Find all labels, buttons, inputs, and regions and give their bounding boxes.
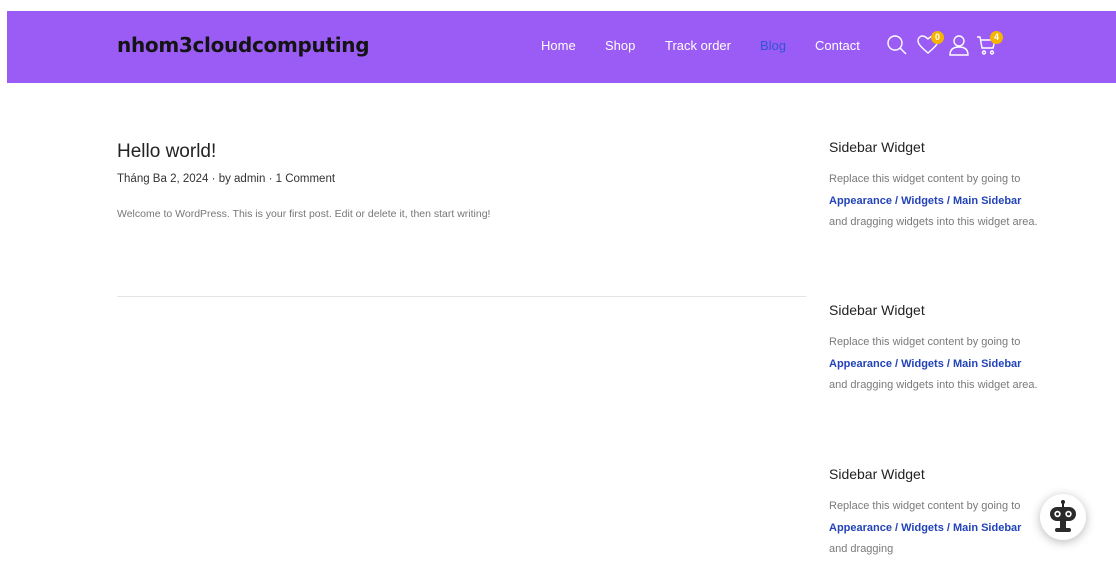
sidebar-widget: Sidebar Widget Replace this widget conte… <box>829 466 1039 561</box>
widget-settings-link[interactable]: Appearance / Widgets / Main Sidebar <box>829 358 1021 370</box>
widget-text: Replace this widget content by going to … <box>829 496 1039 561</box>
cart-icon[interactable]: 4 <box>975 31 1003 57</box>
widget-text: Replace this widget content by going to … <box>829 332 1039 397</box>
nav-blog[interactable]: Blog <box>760 38 786 53</box>
wishlist-count-badge: 0 <box>931 31 944 44</box>
user-icon[interactable] <box>947 33 971 57</box>
post-author[interactable]: by admin <box>219 173 266 185</box>
search-icon[interactable] <box>885 33 909 57</box>
site-header: nhom3cloudcomputing Home Shop Track orde… <box>7 11 1116 83</box>
widget-text-before: Replace this widget content by going to <box>829 173 1021 185</box>
widget-text-after: and dragging <box>829 543 894 555</box>
post-divider <box>117 296 806 297</box>
widget-text-before: Replace this widget content by going to <box>829 500 1021 512</box>
widget-settings-link[interactable]: Appearance / Widgets / Main Sidebar <box>829 195 1021 207</box>
widget-title: Sidebar Widget <box>829 139 925 155</box>
nav-contact[interactable]: Contact <box>815 38 860 53</box>
post-date[interactable]: Tháng Ba 2, 2024 <box>117 173 208 185</box>
meta-separator: · <box>268 173 273 185</box>
nav-home[interactable]: Home <box>541 38 576 53</box>
post-excerpt: Welcome to WordPress. This is your first… <box>117 208 491 220</box>
sidebar-widget: Sidebar Widget Replace this widget conte… <box>829 139 1039 234</box>
widget-text-after: and dragging widgets into this widget ar… <box>829 216 1038 228</box>
widget-text: Replace this widget content by going to … <box>829 169 1039 234</box>
meta-separator: · <box>211 173 216 185</box>
heart-icon[interactable]: 0 <box>916 31 944 57</box>
cart-count-badge: 4 <box>990 31 1003 44</box>
widget-title: Sidebar Widget <box>829 466 925 482</box>
nav-track-order[interactable]: Track order <box>665 38 731 53</box>
post-meta: Tháng Ba 2, 2024 · by admin · 1 Comment <box>117 173 335 185</box>
widget-title: Sidebar Widget <box>829 302 925 318</box>
widget-text-before: Replace this widget content by going to <box>829 336 1021 348</box>
widget-settings-link[interactable]: Appearance / Widgets / Main Sidebar <box>829 522 1021 534</box>
robot-icon <box>1050 500 1076 532</box>
post-title[interactable]: Hello world! <box>117 141 216 163</box>
post-comments-link[interactable]: 1 Comment <box>276 173 335 185</box>
widget-text-after: and dragging widgets into this widget ar… <box>829 379 1038 391</box>
chatbot-button[interactable] <box>1040 494 1086 540</box>
nav-shop[interactable]: Shop <box>605 38 635 53</box>
sidebar-widget: Sidebar Widget Replace this widget conte… <box>829 302 1039 397</box>
page: nhom3cloudcomputing Home Shop Track orde… <box>0 0 1116 567</box>
site-logo[interactable]: nhom3cloudcomputing <box>117 33 370 57</box>
